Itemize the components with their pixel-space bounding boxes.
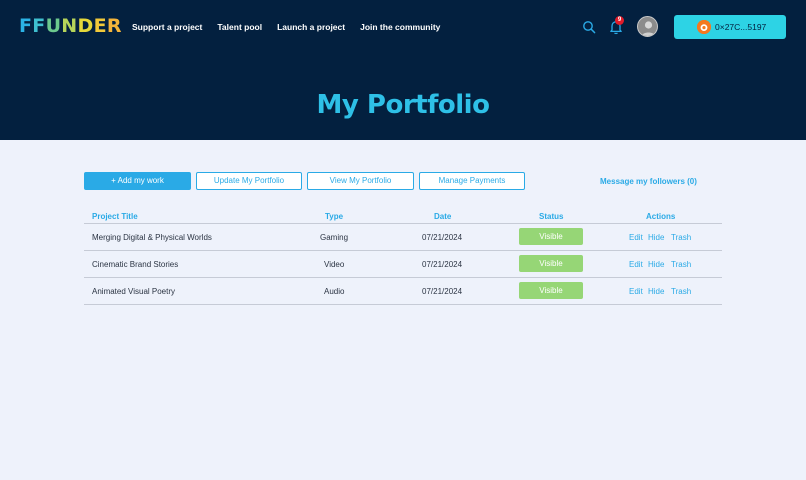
status-badge[interactable]: Visible xyxy=(519,228,583,245)
table-row: Merging Digital & Physical Worlds Gaming… xyxy=(84,224,722,251)
logo-letter: E xyxy=(93,15,107,37)
trash-link[interactable]: Trash xyxy=(671,232,691,243)
logo-letter: U xyxy=(45,15,62,37)
column-header-project-title: Project Title xyxy=(92,212,138,221)
column-header-date: Date xyxy=(434,212,452,221)
logo-letter: R xyxy=(106,15,122,37)
column-header-actions: Actions xyxy=(646,212,676,221)
column-header-status: Status xyxy=(539,212,564,221)
avatar[interactable] xyxy=(637,16,658,37)
status-badge[interactable]: Visible xyxy=(519,282,583,299)
date-cell: 07/21/2024 xyxy=(422,287,463,296)
add-work-button[interactable]: + Add my work xyxy=(84,172,191,190)
wallet-icon xyxy=(697,20,711,34)
edit-link[interactable]: Edit xyxy=(629,286,643,297)
logo-letter: D xyxy=(77,15,94,37)
project-title-cell: Merging Digital & Physical Worlds xyxy=(92,233,212,242)
hide-link[interactable]: Hide xyxy=(648,232,664,243)
ffunder-logo[interactable]: FFUNDER xyxy=(19,14,122,38)
project-title-cell: Cinematic Brand Stories xyxy=(92,260,179,269)
type-cell: Audio xyxy=(324,287,345,296)
main-nav: Support a project Talent pool Launch a p… xyxy=(132,21,440,33)
portfolio-table: Project Title Type Date Status Actions M… xyxy=(84,211,722,305)
nav-launch-project[interactable]: Launch a project xyxy=(277,21,345,33)
search-icon[interactable] xyxy=(582,20,596,34)
wallet-button[interactable]: 0×27C...5197 xyxy=(674,15,786,39)
hide-link[interactable]: Hide xyxy=(648,259,664,270)
edit-link[interactable]: Edit xyxy=(629,259,643,270)
wallet-address: 0×27C...5197 xyxy=(715,22,767,32)
project-title-cell: Animated Visual Poetry xyxy=(92,287,176,296)
hide-link[interactable]: Hide xyxy=(648,286,664,297)
page-title: My Portfolio xyxy=(316,90,490,120)
nav-talent-pool[interactable]: Talent pool xyxy=(217,21,262,33)
trash-link[interactable]: Trash xyxy=(671,286,691,297)
notification-badge: 9 xyxy=(615,16,624,25)
nav-join-community[interactable]: Join the community xyxy=(360,21,440,33)
trash-link[interactable]: Trash xyxy=(671,259,691,270)
update-portfolio-button[interactable]: Update My Portfolio xyxy=(196,172,302,190)
message-followers-link[interactable]: Message my followers (0) xyxy=(600,177,697,187)
logo-letter: F xyxy=(32,15,46,37)
column-header-type: Type xyxy=(325,212,344,221)
manage-payments-button[interactable]: Manage Payments xyxy=(419,172,525,190)
nav-support-project[interactable]: Support a project xyxy=(132,21,202,33)
table-row: Animated Visual Poetry Audio 07/21/2024 … xyxy=(84,278,722,305)
type-cell: Gaming xyxy=(320,233,349,242)
status-badge[interactable]: Visible xyxy=(519,255,583,272)
table-row: Cinematic Brand Stories Video 07/21/2024… xyxy=(84,251,722,278)
table-header: Project Title Type Date Status Actions xyxy=(84,211,722,224)
logo-letter: F xyxy=(19,15,33,37)
top-header: FFUNDER Support a project Talent pool La… xyxy=(0,0,806,140)
avatar-image xyxy=(641,21,656,36)
view-portfolio-button[interactable]: View My Portfolio xyxy=(307,172,414,190)
type-cell: Video xyxy=(324,260,345,269)
edit-link[interactable]: Edit xyxy=(629,232,643,243)
date-cell: 07/21/2024 xyxy=(422,260,463,269)
logo-letter: N xyxy=(61,15,78,37)
date-cell: 07/21/2024 xyxy=(422,233,463,242)
